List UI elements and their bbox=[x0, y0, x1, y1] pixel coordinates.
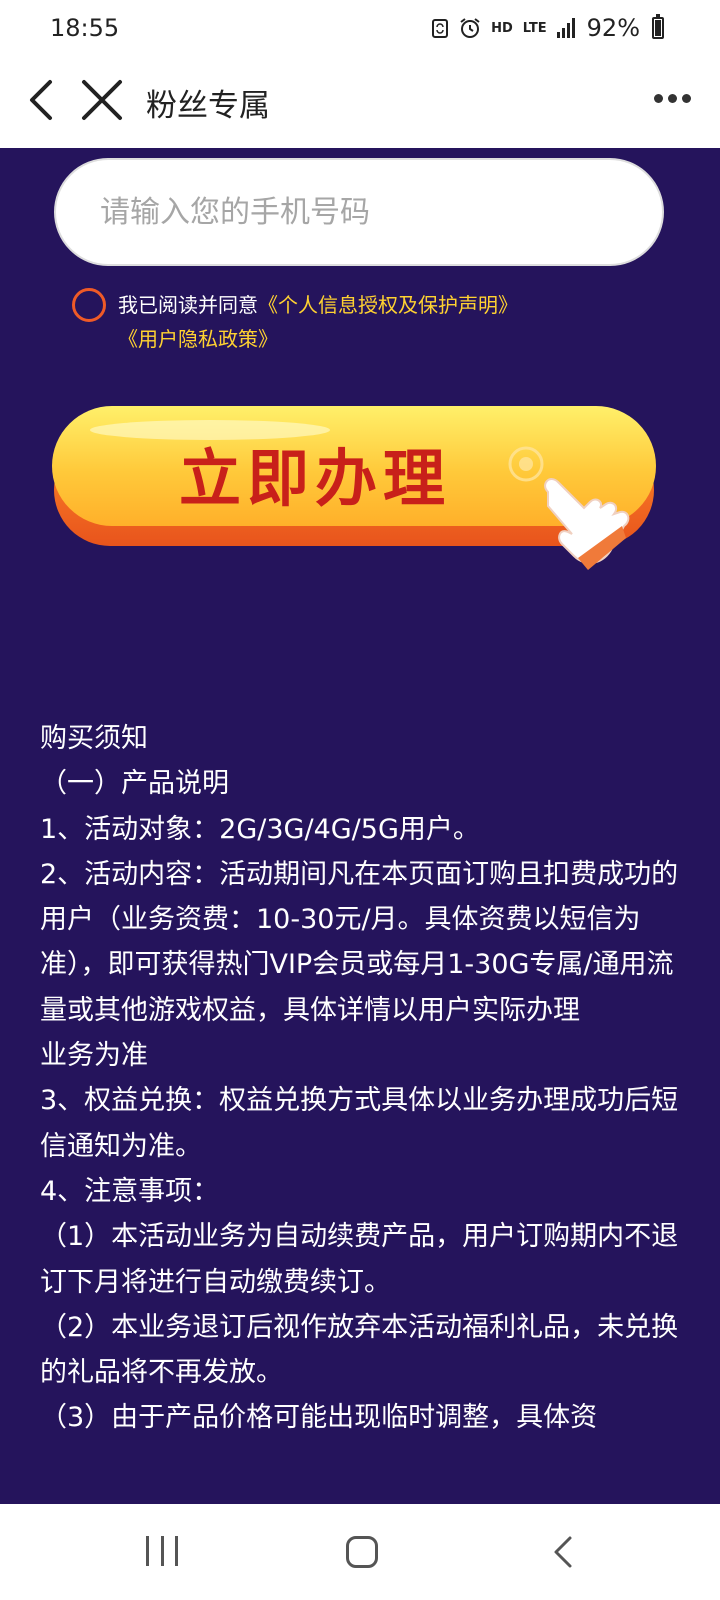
page-title: 粉丝专属 bbox=[146, 88, 270, 124]
close-icon[interactable] bbox=[76, 76, 128, 124]
apply-now-button[interactable]: 立即办理 bbox=[50, 406, 660, 570]
lte-label: LTE bbox=[522, 20, 547, 36]
notice-line: 4、注意事项： bbox=[40, 1175, 220, 1207]
battery-percent: 92% bbox=[586, 14, 640, 42]
notice-line: （1）本活动业务为自动续费产品，用户订购期内不退订下月将进行自动缴费续订。 bbox=[40, 1221, 679, 1298]
nav-bar: 粉丝专属 bbox=[0, 60, 720, 148]
agreement-prefix: 我已阅读并同意 bbox=[118, 293, 258, 317]
system-nav-bar bbox=[0, 1504, 720, 1600]
pointing-hand-icon bbox=[544, 478, 630, 570]
home-icon[interactable] bbox=[346, 1536, 378, 1568]
cta-area: 立即办理 bbox=[50, 406, 670, 586]
hd-label: HD bbox=[491, 20, 513, 36]
sync-icon bbox=[432, 19, 449, 38]
status-icons: HD LTE 92% bbox=[431, 14, 664, 42]
alarm-icon bbox=[460, 18, 480, 38]
notice-line: （3）由于产品价格可能出现临时调整，具体资 bbox=[40, 1402, 598, 1434]
signal-icon bbox=[556, 18, 575, 38]
notice-line: 1、活动对象：2G/3G/4G/5G用户。 bbox=[40, 813, 480, 845]
purchase-notice: 购买须知 （一）产品说明 1、活动对象：2G/3G/4G/5G用户。 2、活动内… bbox=[40, 716, 680, 1441]
privacy-statement-link[interactable]: 《个人信息授权及保护声明》 bbox=[258, 293, 518, 317]
notice-line: 3、权益兑换：权益兑换方式具体以业务办理成功后短信通知为准。 bbox=[40, 1085, 679, 1162]
status-time: 18:55 bbox=[50, 14, 120, 42]
notice-line: （2）本业务退订后视作放弃本活动福利礼品，未兑换的礼品将不再发放。 bbox=[40, 1311, 679, 1389]
status-bar: 18:55 HD LTE 92% bbox=[0, 0, 720, 60]
system-back-icon[interactable] bbox=[546, 1534, 582, 1570]
phone-number-input[interactable] bbox=[54, 158, 664, 266]
notice-line: 业务为准 bbox=[40, 1040, 148, 1072]
notice-line: （一）产品说明 bbox=[40, 768, 229, 800]
recent-apps-icon[interactable] bbox=[146, 1536, 178, 1568]
back-arrow-icon[interactable] bbox=[20, 76, 68, 124]
agreement-radio[interactable] bbox=[72, 288, 106, 322]
privacy-policy-link[interactable]: 《用户隐私政策》 bbox=[118, 327, 278, 351]
battery-icon bbox=[652, 14, 664, 39]
notice-line: 2、活动内容：活动期间凡在本页面订购且扣费成功的用户（业务资费：10-30元/月… bbox=[40, 858, 679, 1026]
agreement-text: 我已阅读并同意《个人信息授权及保护声明》《用户隐私政策》 bbox=[118, 288, 658, 356]
main-content: 我已阅读并同意《个人信息授权及保护声明》《用户隐私政策》 bbox=[0, 148, 720, 1504]
more-dots-icon[interactable] bbox=[654, 88, 694, 108]
apply-button-label: 立即办理 bbox=[178, 442, 451, 515]
notice-line: 购买须知 bbox=[40, 723, 148, 754]
